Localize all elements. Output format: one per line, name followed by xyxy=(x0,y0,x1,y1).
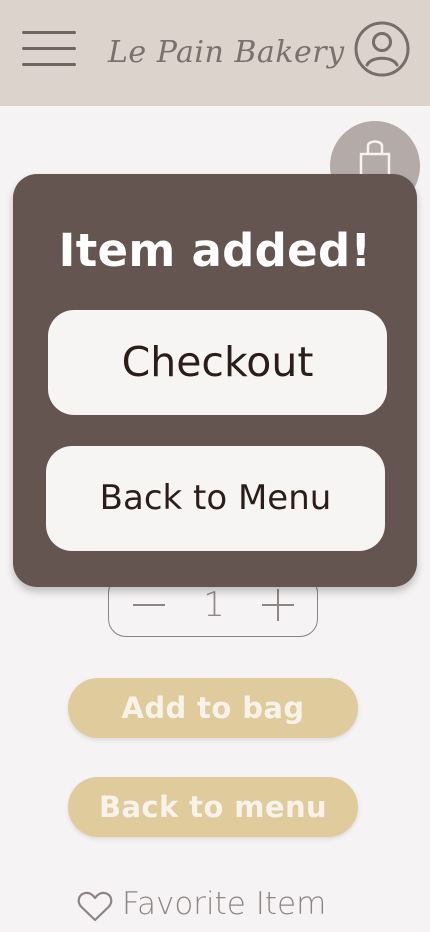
heart-icon xyxy=(77,891,113,922)
favorite-item-button[interactable]: Favorite Item xyxy=(76,882,356,926)
back-to-menu-dialog-button[interactable]: Back to Menu xyxy=(46,446,385,551)
add-to-bag-button[interactable]: Add to bag xyxy=(68,678,358,738)
favorite-item-label: Favorite Item xyxy=(122,886,327,922)
checkout-button[interactable]: Checkout xyxy=(48,310,387,415)
back-to-menu-button[interactable]: Back to menu xyxy=(68,777,358,837)
dialog-title: Item added! xyxy=(58,224,372,277)
plus-icon[interactable] xyxy=(262,589,294,636)
item-added-dialog: Item added! Checkout Back to Menu xyxy=(13,174,417,587)
quantity-value: 1 xyxy=(203,585,225,625)
minus-icon[interactable] xyxy=(133,604,165,636)
